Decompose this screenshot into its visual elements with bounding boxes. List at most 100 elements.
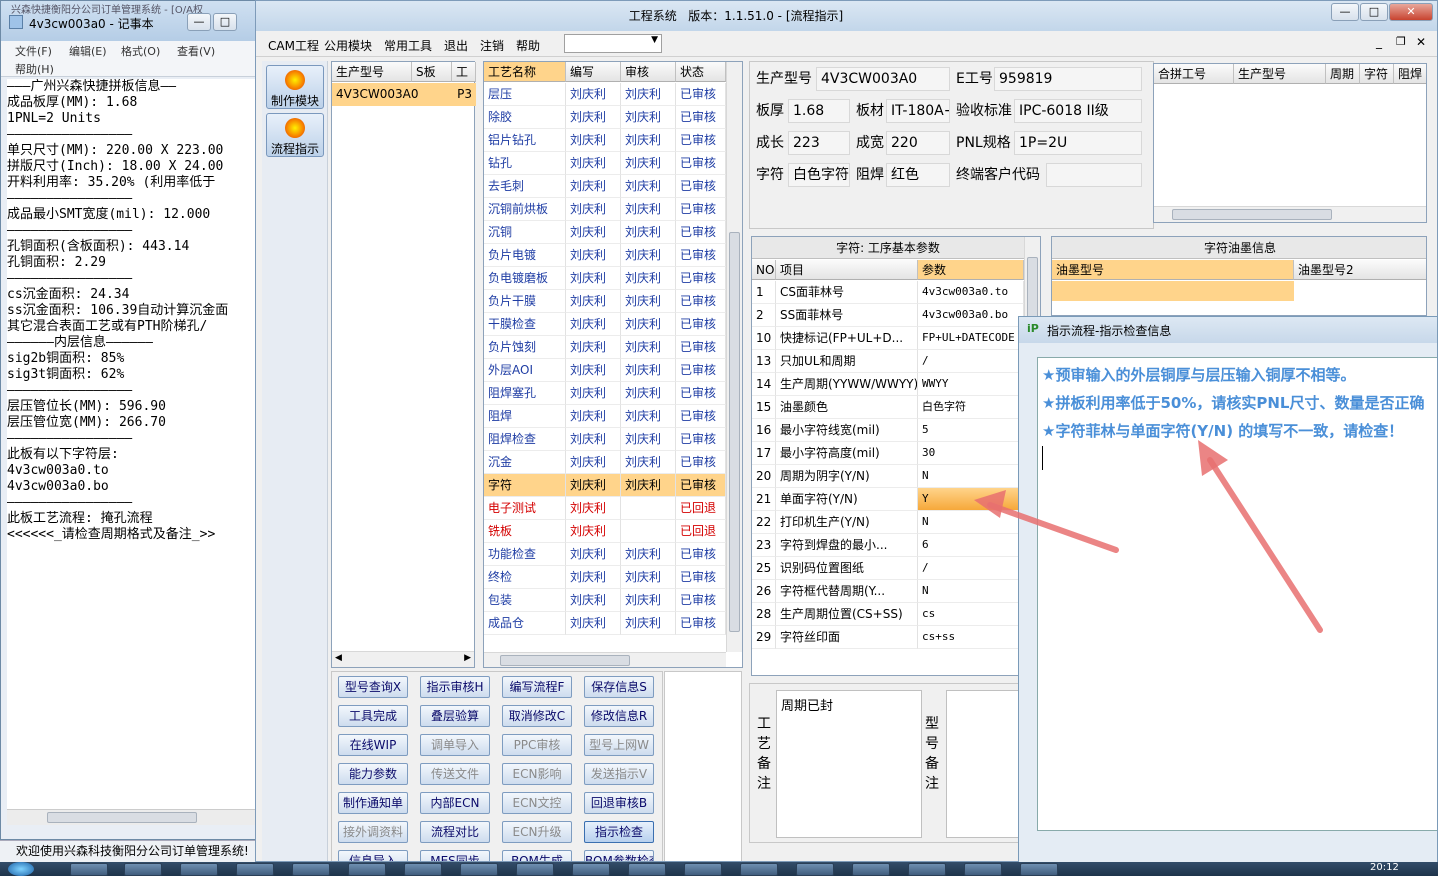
action-button[interactable]: 接外调资料 <box>338 821 408 843</box>
process-row[interactable]: 干膜检查 刘庆利 刘庆利 已审核 <box>484 313 726 336</box>
taskbar-app-11[interactable] <box>628 863 666 876</box>
param-row[interactable]: 28 生产周期位置(CS+SS) cs <box>752 603 1024 626</box>
action-button[interactable]: 叠层验算 <box>420 705 490 727</box>
taskbar-app-3[interactable] <box>180 863 218 876</box>
main-minimize-button[interactable]: — <box>1331 3 1359 21</box>
process-row[interactable]: 沉金 刘庆利 刘庆利 已审核 <box>484 451 726 474</box>
action-button[interactable]: 回退审核B <box>584 792 654 814</box>
taskbar-app-17[interactable] <box>964 863 1002 876</box>
menu-exit[interactable]: 退出 <box>444 37 468 54</box>
start-button-icon[interactable] <box>8 862 34 876</box>
taskbar-app-8[interactable] <box>460 863 498 876</box>
action-button[interactable]: 调单导入 <box>420 734 490 756</box>
taskbar-app-6[interactable] <box>348 863 386 876</box>
action-button[interactable]: ECN影响 <box>502 763 572 785</box>
process-row[interactable]: 铝片钻孔 刘庆利 刘庆利 已审核 <box>484 129 726 152</box>
process-row[interactable]: 字符 刘庆利 刘庆利 已审核 <box>484 474 726 497</box>
model-grid-header-work[interactable]: 工 <box>452 62 476 82</box>
taskbar-app-18[interactable] <box>1020 863 1058 876</box>
model-grid-header-model[interactable]: 生产型号 <box>332 62 412 82</box>
process-row[interactable]: 沉铜前烘板 刘庆利 刘庆利 已审核 <box>484 198 726 221</box>
merge-header-mask[interactable]: 阻焊 <box>1394 64 1426 84</box>
taskbar-app-2[interactable] <box>124 863 162 876</box>
process-row[interactable]: 沉铜 刘庆利 刘庆利 已审核 <box>484 221 726 244</box>
mask-field[interactable]: 红色 <box>886 163 950 187</box>
action-button[interactable]: ECN升级 <box>502 821 572 843</box>
process-row[interactable]: 终检 刘庆利 刘庆利 已审核 <box>484 566 726 589</box>
model-grid-hscroll[interactable]: ◀ ▶ <box>332 651 474 667</box>
action-button[interactable]: ECN文控 <box>502 792 572 814</box>
craft-remark-text[interactable]: 周期已封 <box>776 690 922 838</box>
main-maximize-button[interactable]: □ <box>1360 3 1388 21</box>
param-row[interactable]: 29 字符丝印面 cs+ss <box>752 626 1024 649</box>
action-button[interactable]: 内部ECN <box>420 792 490 814</box>
taskbar-app-1[interactable] <box>70 863 108 876</box>
process-scroll-thumb[interactable] <box>729 232 740 632</box>
process-row[interactable]: 外层AOI 刘庆利 刘庆利 已审核 <box>484 359 726 382</box>
param-row[interactable]: 10 快捷标记(FP+UL+D... FP+UL+DATECODE <box>752 327 1024 350</box>
process-row[interactable]: 铣板 刘庆利 已回退 <box>484 520 726 543</box>
action-button[interactable]: 信息导入 <box>338 850 408 861</box>
notepad-menu-help[interactable]: 帮助(H) <box>15 61 54 77</box>
action-button[interactable]: BOM生成 <box>502 850 572 861</box>
action-button[interactable]: 指示审核H <box>420 676 490 698</box>
process-row[interactable]: 阻焊 刘庆利 刘庆利 已审核 <box>484 405 726 428</box>
action-button[interactable]: 传送文件 <box>420 763 490 785</box>
process-header-writer[interactable]: 编写 <box>566 62 621 82</box>
scroll-right-icon[interactable]: ▶ <box>464 653 471 663</box>
action-button[interactable]: 在线WIP <box>338 734 408 756</box>
prod-model-field[interactable]: 4V3CW003A0 <box>816 67 950 91</box>
notepad-menu-format[interactable]: 格式(O) <box>121 43 160 59</box>
menu-logout[interactable]: 注销 <box>480 37 504 54</box>
action-button[interactable]: PPC审核 <box>502 734 572 756</box>
flow-indicator-button[interactable]: 流程指示 <box>266 113 324 157</box>
process-row[interactable]: 成品仓 刘庆利 刘庆利 已审核 <box>484 612 726 635</box>
action-button[interactable]: MES同步 <box>420 850 490 861</box>
process-row[interactable]: 负片干膜 刘庆利 刘庆利 已审核 <box>484 290 726 313</box>
taskbar-app-12[interactable] <box>684 863 722 876</box>
process-row[interactable]: 负片蚀刻 刘庆利 刘庆利 已审核 <box>484 336 726 359</box>
process-header-status[interactable]: 状态 <box>676 62 726 82</box>
action-button[interactable]: 编写流程F <box>502 676 572 698</box>
taskbar-app-14[interactable] <box>796 863 834 876</box>
param-row[interactable]: 26 字符框代替周期(Y... N <box>752 580 1024 603</box>
scroll-left-icon[interactable]: ◀ <box>335 653 342 663</box>
process-row[interactable]: 去毛刺 刘庆利 刘庆利 已审核 <box>484 175 726 198</box>
taskbar-app-5[interactable] <box>292 863 330 876</box>
mdi-minimize-icon[interactable]: _ <box>1376 35 1382 49</box>
model-grid-header-s[interactable]: S板 <box>412 62 452 82</box>
notepad-horizontal-scrollbar[interactable] <box>7 809 261 825</box>
notepad-menu-file[interactable]: 文件(F) <box>15 43 52 59</box>
taskbar-app-4[interactable] <box>236 863 274 876</box>
action-button[interactable]: 型号上网W <box>584 734 654 756</box>
action-button[interactable]: 能力参数 <box>338 763 408 785</box>
action-button[interactable]: 制作通知单 <box>338 792 408 814</box>
process-row[interactable]: 层压 刘庆利 刘庆利 已审核 <box>484 83 726 106</box>
material-field[interactable]: IT-180A+ <box>886 99 950 123</box>
process-row[interactable]: 阻焊塞孔 刘庆利 刘庆利 已审核 <box>484 382 726 405</box>
menu-cam[interactable]: CAM工程 <box>268 37 319 54</box>
action-button[interactable]: 取消修改C <box>502 705 572 727</box>
param-row[interactable]: 2 SS面菲林号 4v3cw003a0.bo <box>752 304 1024 327</box>
action-button[interactable]: 指示检查 <box>584 821 654 843</box>
merge-hscroll[interactable] <box>1154 206 1426 222</box>
action-button[interactable]: 发送指示V <box>584 763 654 785</box>
action-button[interactable]: 保存信息S <box>584 676 654 698</box>
param-row[interactable]: 14 生产周期(YYWW/WWYY) WWYY <box>752 373 1024 396</box>
main-close-button[interactable]: ✕ <box>1389 3 1433 21</box>
process-row[interactable]: 功能检查 刘庆利 刘庆利 已审核 <box>484 543 726 566</box>
length-field[interactable]: 223 <box>788 131 850 155</box>
eno-field[interactable]: 959819 <box>994 67 1142 91</box>
process-row[interactable]: 电子测试 刘庆利 已回退 <box>484 497 726 520</box>
action-button[interactable]: 流程对比 <box>420 821 490 843</box>
menu-help[interactable]: 帮助 <box>516 37 540 54</box>
standard-field[interactable]: IPC-6018 II级 <box>1014 99 1142 123</box>
param-row[interactable]: 1 CS面菲林号 4v3cw003a0.to <box>752 281 1024 304</box>
menu-combo-select[interactable]: ▼ <box>564 34 662 53</box>
merge-header-model[interactable]: 生产型号 <box>1234 64 1326 84</box>
notepad-text-area[interactable]: ———广州兴森快捷拼板信息—— 成品板厚(MM): 1.68 1PNL=2 Unit… <box>7 79 261 809</box>
params-header-item[interactable]: 项目 <box>776 260 918 280</box>
model-remark-text[interactable] <box>946 690 1026 838</box>
process-row[interactable]: 负电镀磨板 刘庆利 刘庆利 已审核 <box>484 267 726 290</box>
process-row[interactable]: 除胶 刘庆利 刘庆利 已审核 <box>484 106 726 129</box>
